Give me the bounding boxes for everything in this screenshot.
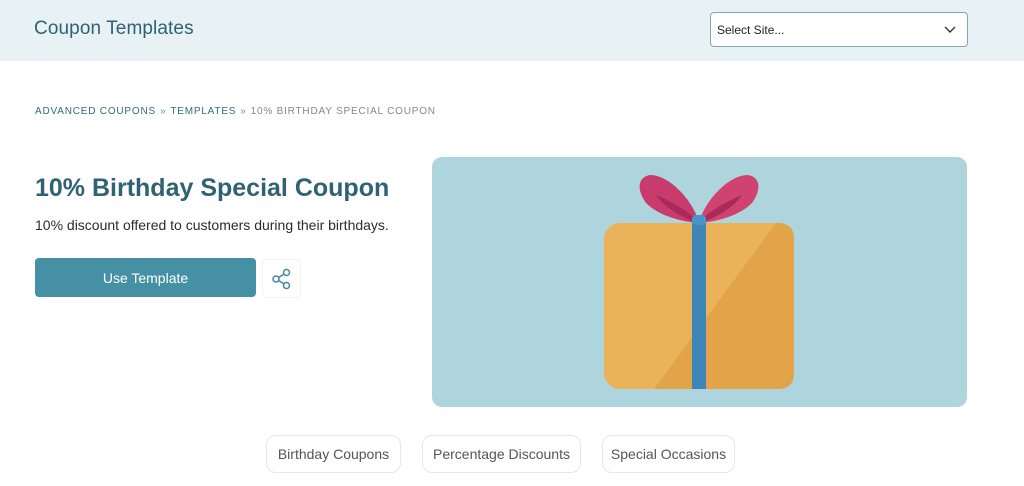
tag-special-occasions[interactable]: Special Occasions bbox=[602, 435, 735, 473]
site-select-value: Select Site... bbox=[717, 22, 785, 37]
coupon-description: 10% discount offered to customers during… bbox=[35, 217, 389, 233]
gift-icon bbox=[604, 175, 794, 389]
share-button[interactable] bbox=[262, 259, 301, 298]
breadcrumb-separator: » bbox=[240, 106, 247, 117]
tag-birthday-coupons[interactable]: Birthday Coupons bbox=[266, 435, 401, 473]
tag-list: Birthday Coupons Percentage Discounts Sp… bbox=[0, 435, 1024, 473]
use-template-button[interactable]: Use Template bbox=[35, 258, 256, 297]
breadcrumb-current: 10% BIRTHDAY SPECIAL COUPON bbox=[250, 106, 436, 117]
coupon-hero-image bbox=[432, 157, 967, 407]
breadcrumb: ADVANCED COUPONS » TEMPLATES » 10% BIRTH… bbox=[35, 106, 436, 117]
breadcrumb-advanced-coupons[interactable]: ADVANCED COUPONS bbox=[35, 106, 156, 117]
tag-percentage-discounts[interactable]: Percentage Discounts bbox=[422, 435, 581, 473]
coupon-title: 10% Birthday Special Coupon bbox=[35, 174, 390, 202]
app-title: Coupon Templates bbox=[34, 18, 194, 39]
site-select-dropdown[interactable]: Select Site... bbox=[710, 12, 968, 47]
breadcrumb-templates[interactable]: TEMPLATES bbox=[170, 106, 236, 117]
header-bar: Coupon Templates Select Site... bbox=[0, 0, 1024, 61]
chevron-down-icon bbox=[943, 23, 957, 37]
breadcrumb-separator: » bbox=[159, 106, 167, 117]
share-icon bbox=[271, 268, 293, 290]
